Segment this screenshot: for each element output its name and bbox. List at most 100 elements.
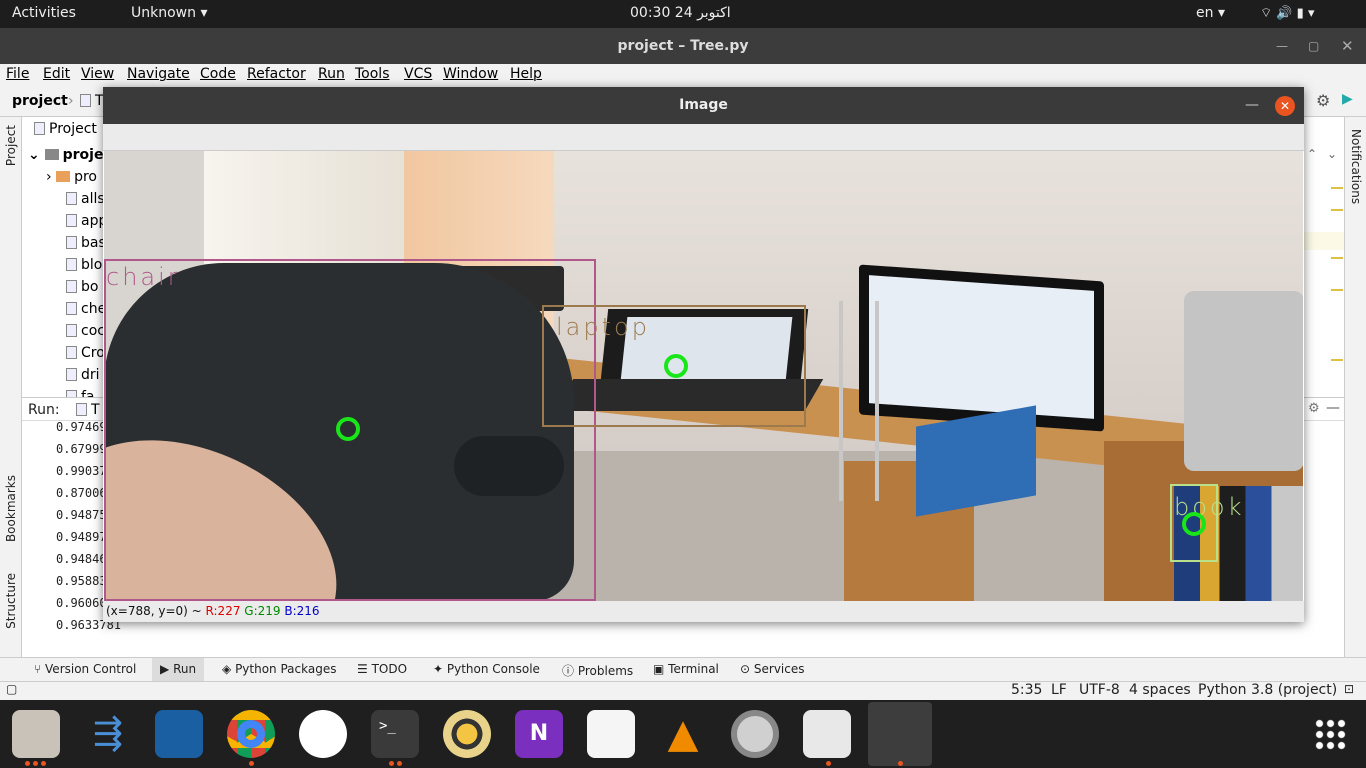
warning-marker[interactable]	[1331, 257, 1343, 259]
folder-icon	[44, 149, 59, 160]
menu-refactor[interactable]: Refactor	[247, 66, 306, 82]
monitor-screen-area	[869, 275, 1094, 419]
virtualbox-icon[interactable]	[155, 710, 203, 758]
file-encoding[interactable]: UTF-8	[1079, 682, 1120, 698]
tool-window-bookmarks[interactable]: Bookmarks	[4, 475, 18, 542]
chevron-down-icon[interactable]: ⌄	[1327, 147, 1337, 161]
files-icon[interactable]	[12, 710, 60, 758]
tree-item[interactable]: coc	[66, 323, 105, 339]
menu-code[interactable]: Code	[200, 66, 236, 82]
tree-item[interactable]: alls	[66, 191, 105, 207]
activities-button[interactable]: Activities	[12, 5, 76, 21]
menu-tools[interactable]: Tools	[355, 66, 390, 82]
language-indicator[interactable]: en ▾	[1196, 5, 1225, 21]
warning-marker[interactable]	[1331, 209, 1343, 211]
app-store-icon[interactable]	[299, 710, 347, 758]
project-icon	[34, 122, 45, 135]
close-icon[interactable]: ✕	[1341, 28, 1354, 64]
tree-item-label: dri	[81, 367, 100, 383]
tab-version-control[interactable]: ⑂ Version Control	[34, 662, 136, 676]
tool-window-notifications[interactable]: Notifications	[1349, 129, 1363, 204]
tab-terminal[interactable]: ▣ Terminal	[653, 662, 719, 676]
line-separator[interactable]: LF	[1051, 682, 1067, 698]
tree-item[interactable]: dri	[66, 367, 100, 383]
text-editor-icon[interactable]	[587, 710, 635, 758]
minimize-icon[interactable]: —	[1245, 87, 1259, 124]
onenote-icon[interactable]: N	[515, 710, 563, 758]
show-apps-icon[interactable]	[1314, 718, 1346, 750]
tree-item[interactable]: bas	[66, 235, 106, 251]
layout-icon[interactable]: ▢	[6, 682, 17, 696]
tab-services[interactable]: ⊙ Services	[740, 662, 805, 676]
tree-item[interactable]: che	[66, 301, 106, 317]
tool-window-structure[interactable]: Structure	[4, 573, 18, 629]
layers-icon: ◈	[222, 662, 232, 676]
tool-window-project[interactable]: Project	[4, 125, 18, 166]
file-icon	[66, 390, 77, 397]
python-icon: ✦	[433, 662, 444, 676]
tab-problems[interactable]: ⓘ Problems	[562, 662, 633, 679]
hide-panel-icon[interactable]: —	[1326, 400, 1340, 416]
camera-image[interactable]: chair laptop book	[104, 151, 1303, 601]
tab-todo[interactable]: ☰ TODO	[357, 662, 407, 676]
menu-file[interactable]: File	[6, 66, 29, 82]
project-panel-header[interactable]: Project	[34, 121, 97, 137]
plugin-icon[interactable]: ▶	[1342, 91, 1353, 107]
image-window-title: Image	[679, 97, 728, 113]
menu-help[interactable]: Help	[510, 66, 542, 82]
java-icon[interactable]	[803, 710, 851, 758]
tree-item[interactable]: app	[66, 213, 107, 229]
tree-item[interactable]: Cro	[66, 345, 105, 361]
clock[interactable]: 00:30 24 اکتوبر	[630, 5, 731, 21]
menu-edit[interactable]: Edit	[43, 66, 70, 82]
active-window-icon[interactable]	[868, 702, 932, 766]
project-panel: Project ⌄ proje › pro alls app bas blo b…	[22, 117, 107, 397]
python-file-icon	[66, 236, 77, 249]
breadcrumb-file[interactable]: T	[80, 93, 104, 109]
indent-setting[interactable]: 4 spaces	[1129, 682, 1191, 698]
warning-marker[interactable]	[1331, 187, 1343, 189]
tab-run[interactable]: ▶ Run	[152, 658, 205, 681]
chrome-icon[interactable]	[227, 710, 275, 758]
chevron-up-icon[interactable]: ⌃	[1307, 147, 1317, 161]
detection-center-chair	[336, 417, 360, 441]
menu-vcs[interactable]: VCS	[404, 66, 432, 82]
tree-item[interactable]: blo	[66, 257, 102, 273]
terminal-icon: ▣	[653, 662, 665, 676]
breadcrumb[interactable]: project	[12, 93, 68, 109]
running-indicator	[389, 761, 394, 766]
tree-item[interactable]: › pro	[46, 169, 97, 185]
settings-icon[interactable]	[731, 710, 779, 758]
tree-root[interactable]: ⌄ proje	[28, 147, 103, 163]
minimize-icon[interactable]: —	[1276, 28, 1288, 64]
warning-marker[interactable]	[1331, 289, 1343, 291]
settings-icon[interactable]: ⚙	[1316, 91, 1330, 110]
menu-window[interactable]: Window	[443, 66, 498, 82]
run-tab[interactable]: T	[76, 402, 100, 418]
app-menu[interactable]: Unknown ▾	[131, 5, 207, 21]
maximize-icon[interactable]: ▢	[1308, 28, 1319, 64]
tree-root-label: proje	[62, 147, 104, 163]
image-window-toolbar	[103, 124, 1304, 151]
tree-item[interactable]: bo	[66, 279, 98, 295]
system-tray-icons[interactable]: ⌔ 🔊 ▮ ▾	[1260, 5, 1314, 21]
menu-navigate[interactable]: Navigate	[127, 66, 190, 82]
caret-position[interactable]: 5:35	[1011, 682, 1042, 698]
detection-center-book	[1182, 512, 1206, 536]
close-icon[interactable]: ✕	[1275, 96, 1295, 116]
menu-view[interactable]: View	[81, 66, 114, 82]
tab-python-packages[interactable]: ◈ Python Packages	[222, 662, 336, 676]
lock-icon[interactable]: ⊡	[1344, 682, 1354, 696]
running-indicator	[249, 761, 254, 766]
menu-run[interactable]: Run	[318, 66, 345, 82]
terminal-icon[interactable]: >_	[371, 710, 419, 758]
python-interpreter[interactable]: Python 3.8 (project)	[1198, 682, 1337, 698]
tree-item-label: Cro	[81, 345, 105, 361]
tree-item[interactable]: fa	[66, 389, 95, 397]
warning-marker[interactable]	[1331, 359, 1343, 361]
vlc-icon[interactable]: ▲	[659, 710, 707, 758]
tab-python-console[interactable]: ✦ Python Console	[433, 662, 540, 676]
rhythmbox-icon[interactable]	[443, 710, 491, 758]
run-settings-icon[interactable]: ⚙	[1308, 401, 1320, 416]
vscode-icon[interactable]: ⇶	[84, 710, 132, 758]
